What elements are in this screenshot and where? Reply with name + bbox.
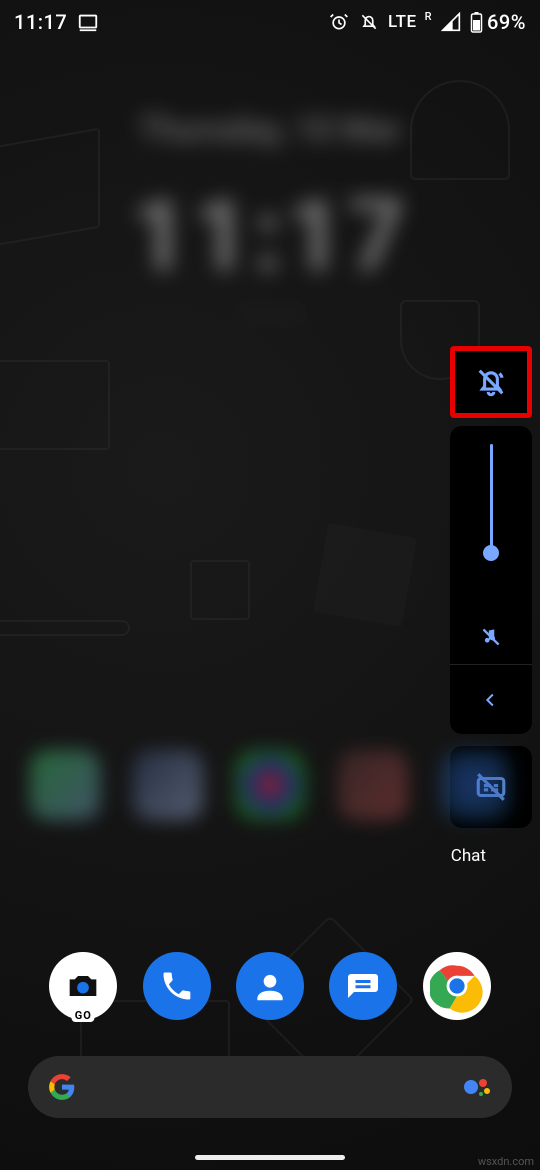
volume-thumb[interactable]	[483, 545, 499, 561]
home-app-row[interactable]	[30, 750, 510, 820]
home-app[interactable]	[338, 750, 408, 820]
person-icon	[251, 967, 289, 1005]
wallpaper-shape	[190, 560, 250, 620]
camera-icon	[63, 966, 103, 1006]
volume-slider[interactable]	[490, 426, 493, 664]
dock-chrome[interactable]	[423, 952, 491, 1020]
home-app[interactable]	[133, 750, 203, 820]
clock-subline: — — —	[131, 303, 409, 328]
signal-icon	[440, 11, 462, 33]
dock-phone[interactable]	[143, 952, 211, 1020]
go-badge: GO	[72, 1009, 95, 1022]
wallpaper-shape	[0, 360, 110, 450]
status-bar[interactable]: 11:17 LTE R 69%	[0, 0, 540, 44]
alarm-icon	[328, 11, 350, 33]
network-roaming: R	[425, 10, 432, 23]
clock-day: Thursday, 10 Mar	[131, 110, 409, 150]
wallpaper-shape	[0, 128, 100, 253]
clock-time: 11:17	[131, 178, 409, 295]
home-app[interactable]	[30, 750, 100, 820]
assistant-icon[interactable]	[462, 1072, 492, 1102]
phone-icon	[159, 968, 195, 1004]
wallpaper-shape	[410, 80, 510, 180]
google-g-icon	[48, 1073, 76, 1101]
home-app-label: Chat	[451, 846, 486, 866]
battery-percent: 69%	[487, 10, 526, 34]
bell-off-icon	[474, 365, 508, 399]
home-app[interactable]	[235, 750, 305, 820]
volume-track	[490, 444, 493, 554]
chrome-icon	[430, 959, 484, 1013]
dock-camera-go[interactable]: GO	[49, 952, 117, 1020]
google-search-bar[interactable]	[28, 1056, 512, 1118]
cast-icon	[77, 11, 99, 33]
volume-settings-expand[interactable]	[450, 664, 532, 734]
dock-messages[interactable]	[329, 952, 397, 1020]
dock: GO	[0, 952, 540, 1020]
status-time: 11:17	[14, 10, 67, 34]
chevron-left-icon	[480, 689, 502, 711]
network-label: LTE	[388, 12, 417, 32]
wallpaper-shape	[0, 620, 130, 636]
home-app[interactable]	[440, 750, 510, 820]
wallpaper-shape	[313, 523, 417, 627]
battery-status: 69%	[470, 10, 526, 34]
watermark: wsxdn.com	[478, 1155, 534, 1168]
ringer-mode-button[interactable]	[450, 346, 532, 418]
message-icon	[345, 968, 381, 1004]
gesture-nav-bar[interactable]	[195, 1155, 345, 1160]
clock-widget[interactable]: Thursday, 10 Mar 11:17 — — —	[131, 110, 409, 328]
media-mute-icon	[478, 624, 504, 650]
dock-contacts[interactable]	[236, 952, 304, 1020]
dnd-bell-off-icon	[358, 11, 380, 33]
